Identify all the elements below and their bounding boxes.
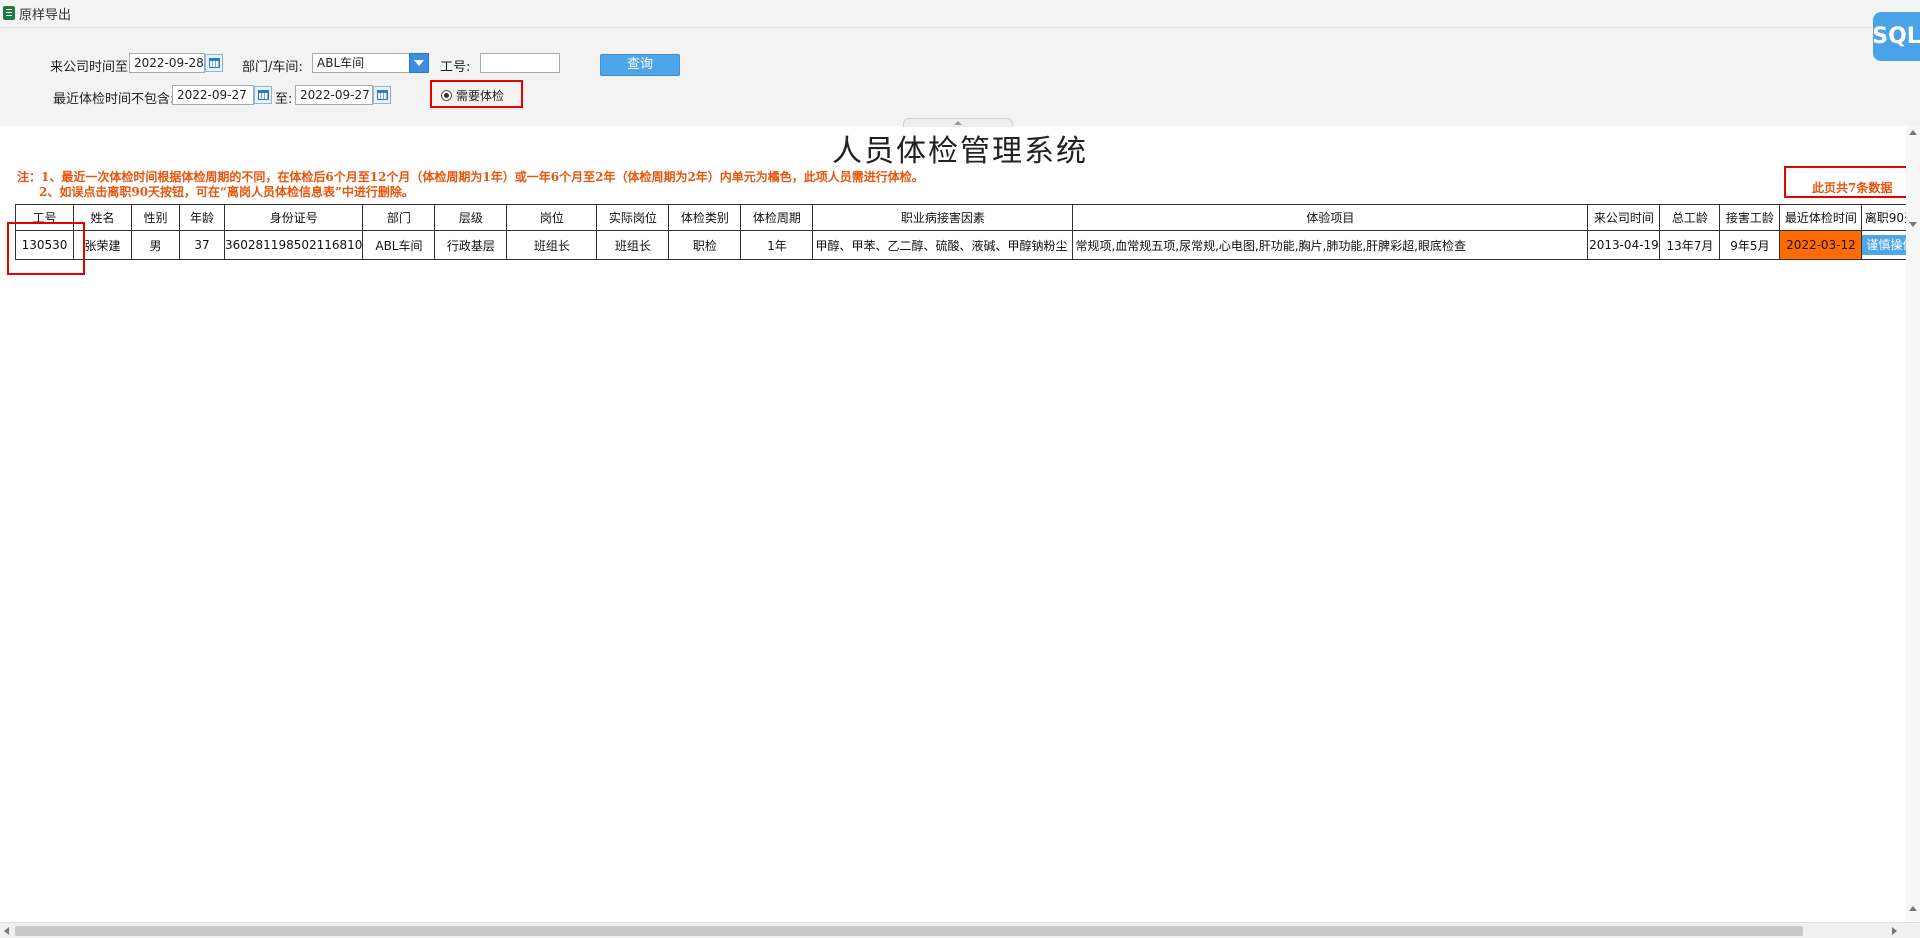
scroll-right-icon[interactable] (1892, 927, 1897, 935)
highlight-box-empno (7, 222, 85, 275)
col-header: 体检周期 (740, 204, 814, 231)
col-header: 年龄 (179, 204, 225, 231)
col-header: 部门 (362, 204, 436, 231)
note-line-2: 2、如误点击离职90天按钮，可在“离岗人员体检信息表”中进行删除。 (39, 185, 414, 199)
col-header: 层级 (434, 204, 508, 231)
vertical-scrollbar[interactable] (1906, 126, 1920, 921)
need-exam-radio[interactable]: 需要体检 (441, 87, 504, 104)
empno-input[interactable] (480, 53, 560, 73)
excel-icon (3, 6, 15, 20)
col-header: 总工龄 (1659, 204, 1721, 231)
page-title: 人员体检管理系统 (832, 134, 1088, 169)
cell-exam-items: 常规项,血常规五项,尿常规,心电图,肝功能,胸片,肺功能,肝脾彩超,眼底检查 (1072, 230, 1589, 260)
cell-hazard-service: 9年5月 (1719, 230, 1781, 260)
scroll-down-icon[interactable] (1909, 222, 1917, 227)
exam-from-field[interactable]: 2022-09-27 (172, 85, 254, 105)
calendar-icon[interactable] (373, 86, 391, 104)
export-button[interactable]: 原样导出 (3, 4, 72, 23)
cell-post: 班组长 (506, 230, 598, 260)
sql-badge[interactable]: SQL (1872, 12, 1920, 61)
notes: 注：1、最近一次体检时间根据体检周期的不同，在体检后6个月至12个月（体检周期为… (17, 170, 924, 200)
col-header: 职业病接害因素 (812, 204, 1074, 231)
dept-label: 部门/车间: (242, 60, 303, 75)
exam-to-label: 至: (275, 92, 293, 107)
col-header: 最近体检时间 (1779, 204, 1863, 231)
cell-dept: ABL车间 (362, 230, 436, 260)
note-line-1: 注：1、最近一次体检时间根据体检周期的不同，在体检后6个月至12个月（体检周期为… (17, 170, 924, 184)
cell-join-date: 2013-04-19 (1587, 230, 1661, 260)
col-header: 体检类别 (668, 204, 742, 231)
cell-hazards: 甲醇、甲苯、乙二醇、硫酸、液碱、甲醇钠粉尘 (812, 230, 1074, 260)
join-date-field[interactable]: 2022-09-28 (129, 53, 205, 73)
table-header-row: 工号 姓名 性别 年龄 身份证号 部门 层级 岗位 实际岗位 体检类别 体检周期… (15, 204, 1920, 231)
col-header: 来公司时间 (1587, 204, 1661, 231)
cell-actual-post: 班组长 (596, 230, 670, 260)
cell-level: 行政基层 (434, 230, 508, 260)
cell-total-service: 13年7月 (1659, 230, 1721, 260)
empno-label: 工号: (440, 60, 471, 75)
horizontal-scroll-thumb[interactable] (15, 926, 1803, 936)
record-count: 此页共7条数据 (1812, 181, 1893, 195)
dept-select[interactable]: ABL车间 (312, 53, 412, 73)
cell-last-exam: 2022-03-12 (1779, 230, 1863, 260)
exam-table: 工号 姓名 性别 年龄 身份证号 部门 层级 岗位 实际岗位 体检类别 体检周期… (15, 204, 1920, 260)
exam-exclude-label: 最近体检时间不包含: (53, 92, 175, 107)
cell-exam-cycle: 1年 (740, 230, 814, 260)
radio-icon[interactable] (441, 90, 452, 101)
top-toolbar: 原样导出 (0, 0, 1920, 28)
horizontal-scrollbar[interactable] (0, 922, 1920, 938)
filter-panel: 来公司时间至: 2022-09-28 部门/车间: ABL车间 工号: 查询 最… (0, 28, 1920, 126)
scroll-up-icon[interactable] (1909, 130, 1917, 135)
calendar-icon[interactable] (254, 86, 272, 104)
col-header: 接害工龄 (1719, 204, 1781, 231)
radio-label: 需要体检 (456, 89, 505, 103)
scroll-left-icon[interactable] (4, 927, 9, 935)
cell-age: 37 (179, 230, 225, 260)
chevron-down-icon[interactable] (409, 53, 429, 73)
col-header: 体验项目 (1072, 204, 1589, 231)
export-label: 原样导出 (19, 7, 72, 23)
col-header: 岗位 (506, 204, 598, 231)
col-header: 性别 (131, 204, 180, 231)
cell-exam-type: 职检 (668, 230, 742, 260)
scroll-up-icon[interactable] (1909, 906, 1917, 911)
calendar-icon[interactable] (205, 54, 223, 72)
col-header: 身份证号 (223, 204, 364, 231)
exam-to-field[interactable]: 2022-09-27 (295, 85, 373, 105)
col-header: 实际岗位 (596, 204, 670, 231)
query-button[interactable]: 查询 (600, 54, 680, 76)
cell-id-no: 360281198502116810 (223, 230, 364, 260)
table-row: 130530 张荣建 男 37 360281198502116810 ABL车间… (15, 230, 1920, 260)
cell-gender: 男 (131, 230, 180, 260)
join-date-label: 来公司时间至: (50, 60, 133, 75)
